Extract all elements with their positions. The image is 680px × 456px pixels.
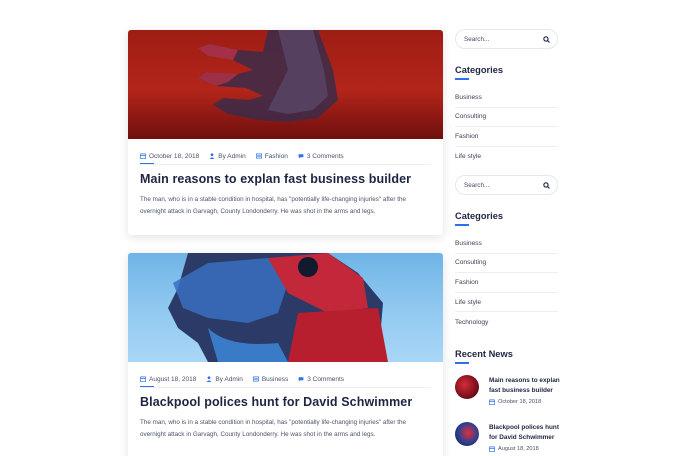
post-image-portrait [168, 253, 388, 362]
post-title[interactable]: Blackpool polices hunt for David Schwimm… [140, 395, 431, 409]
user-icon [206, 376, 212, 382]
post-card: October 18, 2018 By Admin Fashion 3 Comm… [128, 30, 443, 235]
comment-icon [298, 377, 304, 382]
post-card: August 18, 2018 By Admin Business 3 Comm… [128, 253, 443, 456]
folder-icon [252, 376, 259, 382]
post-meta: October 18, 2018 By Admin Fashion 3 Comm… [140, 151, 431, 161]
category-list: Business Consulting Fashion Life style [455, 88, 558, 166]
post-author[interactable]: By Admin [209, 153, 246, 160]
post-comments[interactable]: 3 Comments [298, 153, 344, 160]
calendar-icon [489, 446, 495, 452]
recent-news-item: Blackpool polices hunt for David Schwimm… [455, 422, 565, 452]
search-input[interactable] [464, 181, 534, 189]
post-comments[interactable]: 3 Comments [298, 376, 344, 383]
widget-accent-rule [455, 224, 469, 226]
post-title[interactable]: Main reasons to explan fast business bui… [140, 172, 431, 186]
post-image[interactable] [128, 30, 443, 139]
search-icon [542, 35, 550, 43]
search-input[interactable] [464, 35, 534, 43]
calendar-icon [140, 153, 146, 159]
widget-title-recent-news: Recent News [455, 349, 513, 359]
post-image-hand [198, 30, 338, 122]
search-button[interactable] [541, 34, 551, 44]
post-excerpt: The man, who is in a stable condition in… [140, 196, 406, 215]
recent-news-item: Main reasons to explan fast business bui… [455, 375, 565, 405]
category-item-business[interactable]: Business [455, 234, 558, 254]
widget-accent-rule [455, 78, 469, 80]
calendar-icon [489, 399, 495, 405]
post-excerpt: The man, who is in a stable condition in… [140, 419, 406, 438]
category-item-consulting[interactable]: Consulting [455, 254, 558, 274]
category-item-life-style[interactable]: Life style [455, 293, 558, 313]
post-category[interactable]: Fashion [255, 153, 288, 160]
widget-accent-rule [455, 362, 469, 364]
meta-divider [140, 387, 431, 388]
calendar-icon [140, 376, 146, 382]
search-box [455, 175, 558, 195]
category-list: Business Consulting Fashion Life style T… [455, 234, 558, 332]
recent-news-thumbnail[interactable] [455, 422, 479, 446]
search-button[interactable] [541, 180, 551, 190]
meta-divider [140, 164, 431, 165]
category-item-fashion[interactable]: Fashion [455, 273, 558, 293]
search-icon [542, 181, 550, 189]
post-date[interactable]: August 18, 2018 [140, 376, 196, 383]
user-icon [209, 153, 215, 159]
search-box [455, 29, 558, 49]
recent-news-date: October 18, 2018 [489, 399, 565, 405]
post-image[interactable] [128, 253, 443, 362]
folder-icon [255, 153, 262, 159]
category-item-business[interactable]: Business [455, 88, 558, 108]
category-item-fashion[interactable]: Fashion [455, 127, 558, 147]
post-meta: August 18, 2018 By Admin Business 3 Comm… [140, 374, 431, 384]
post-author[interactable]: By Admin [206, 376, 243, 383]
recent-news-thumbnail[interactable] [455, 375, 479, 399]
category-item-life-style[interactable]: Life style [455, 147, 558, 167]
widget-title-categories: Categories [455, 211, 504, 221]
comment-icon [298, 154, 304, 159]
widget-title-categories: Categories [455, 65, 504, 75]
recent-news-title[interactable]: Blackpool polices hunt for David Schwimm… [489, 423, 565, 443]
category-item-consulting[interactable]: Consulting [455, 108, 558, 128]
post-category[interactable]: Business [252, 376, 288, 383]
recent-news-date: August 18, 2018 [489, 446, 565, 452]
category-item-technology[interactable]: Technology [455, 312, 558, 332]
post-date[interactable]: October 18, 2018 [140, 153, 199, 160]
recent-news-title[interactable]: Main reasons to explan fast business bui… [489, 376, 565, 396]
